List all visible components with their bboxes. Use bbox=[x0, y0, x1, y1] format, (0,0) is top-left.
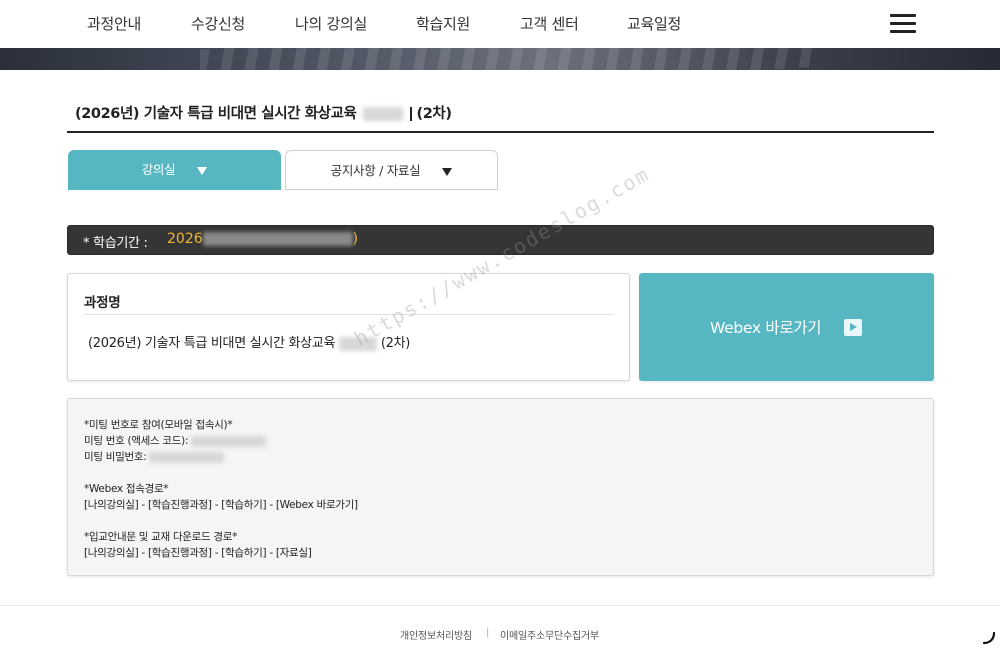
footer-separator: | bbox=[486, 627, 490, 638]
triangle-down-icon bbox=[197, 166, 208, 175]
webex-path-title: *Webex 접속경로* bbox=[84, 483, 169, 495]
meeting-number-line: 미팅 번호 (액세스 코드): bbox=[84, 433, 267, 448]
nav-learning-support[interactable]: 학습지원 bbox=[416, 13, 470, 34]
triangle-down-icon bbox=[442, 167, 453, 176]
course-name-card: 과정명 (2026년) 기술자 특급 비대면 실시간 화상교육 (2차) bbox=[67, 273, 630, 381]
nav-course-info[interactable]: 과정안내 bbox=[87, 13, 141, 34]
divider bbox=[84, 314, 614, 315]
loading-arc-icon bbox=[982, 631, 996, 645]
footer-divider bbox=[0, 605, 1000, 606]
tab-classroom-label: 강의실 bbox=[141, 162, 176, 177]
nav-education-schedule[interactable]: 교육일정 bbox=[627, 13, 681, 34]
hamburger-menu-icon[interactable] bbox=[890, 12, 918, 34]
play-icon bbox=[844, 319, 862, 336]
download-path-title: *입교안내문 및 교재 다운로드 경로* bbox=[84, 531, 238, 543]
meeting-info-box: *미팅 번호로 참여(모바일 접속시)* 미팅 번호 (액세스 코드): 미팅 … bbox=[67, 398, 934, 576]
course-title-suffix: (2차) bbox=[416, 106, 452, 122]
footer-privacy-link[interactable]: 개인정보처리방침 bbox=[400, 627, 472, 642]
tab-notice-label: 공지사항 / 자료실 bbox=[330, 163, 421, 178]
redacted-text bbox=[202, 232, 353, 246]
top-navigation: 과정안내 수강신청 나의 강의실 학습지원 고객 센터 교육일정 bbox=[0, 0, 1000, 48]
study-period-label: * 학습기간 : bbox=[83, 236, 148, 251]
study-period-value: 2026) bbox=[167, 231, 359, 247]
tab-classroom[interactable]: 강의실 bbox=[68, 150, 281, 190]
tab-notice-library[interactable]: 공지사항 / 자료실 bbox=[285, 150, 498, 190]
nav-my-classroom[interactable]: 나의 강의실 bbox=[295, 13, 367, 34]
course-name-heading: 과정명 bbox=[84, 295, 121, 311]
download-path-text: [나의강의실] - [학습진행과정] - [학습하기] - [자료실] bbox=[84, 547, 312, 559]
webex-shortcut-label: Webex 바로가기 bbox=[710, 319, 822, 337]
meeting-join-title: *미팅 번호로 참여(모바일 접속시)* bbox=[84, 419, 233, 431]
redacted-text bbox=[149, 451, 225, 463]
nav-customer-center[interactable]: 고객 센터 bbox=[520, 13, 579, 34]
webex-shortcut-button[interactable]: Webex 바로가기 bbox=[639, 273, 934, 381]
course-title-prefix: (2026년) 기술자 특급 비대면 실시간 화상교육 bbox=[75, 106, 357, 122]
footer-no-email-link[interactable]: 이메일주소무단수집거부 bbox=[500, 627, 599, 642]
nav-enrollment[interactable]: 수강신청 bbox=[191, 13, 245, 34]
redacted-text bbox=[191, 435, 267, 447]
webex-path-text: [나의강의실] - [학습진행과정] - [학습하기] - [Webex 바로가… bbox=[84, 499, 358, 511]
redacted-text bbox=[363, 107, 404, 121]
header-banner-image bbox=[0, 48, 1000, 70]
meeting-password-line: 미팅 비밀번호: bbox=[84, 449, 225, 464]
page-title: (2026년) 기술자 특급 비대면 실시간 화상교육 (2차) bbox=[67, 103, 934, 133]
